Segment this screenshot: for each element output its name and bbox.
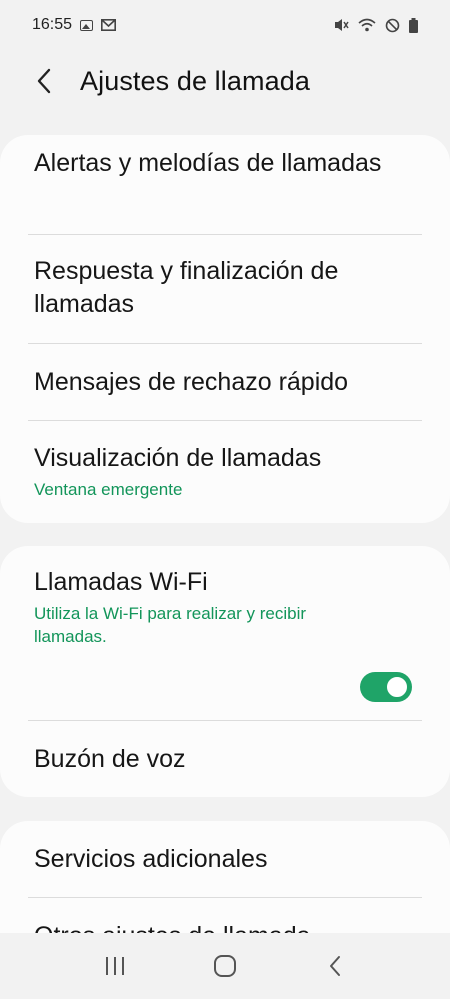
item-title: Servicios adicionales	[34, 845, 268, 873]
recent-apps-button[interactable]	[85, 941, 145, 991]
gallery-icon	[80, 19, 94, 31]
home-icon	[214, 955, 236, 977]
item-title: Alertas y melodías de llamadas	[34, 149, 382, 177]
status-right	[333, 17, 418, 33]
item-title: Mensajes de rechazo rápido	[34, 368, 349, 396]
item-title: Buzón de voz	[34, 745, 186, 773]
settings-group-2: Llamadas Wi-Fi Utiliza la Wi-Fi para rea…	[0, 546, 450, 797]
alerts-ringtones-item[interactable]: Alertas y melodías de llamadas	[0, 135, 450, 235]
status-bar: 16:55	[0, 0, 450, 50]
status-left: 16:55	[32, 16, 117, 34]
additional-services-item[interactable]: Servicios adicionales	[0, 821, 450, 898]
wifi-calling-item[interactable]: Llamadas Wi-Fi Utiliza la Wi-Fi para rea…	[0, 546, 450, 721]
item-title: Llamadas Wi-Fi	[34, 568, 208, 596]
item-subtitle: Utiliza la Wi-Fi para realizar y recibir…	[34, 604, 307, 646]
toggle-knob	[385, 675, 409, 699]
quick-decline-messages-item[interactable]: Mensajes de rechazo rápido	[0, 344, 450, 421]
home-button[interactable]	[195, 941, 255, 991]
back-arrow-icon	[37, 68, 51, 94]
navigation-bar	[0, 933, 450, 999]
item-title: Respuesta y finalización de llamadas	[34, 257, 339, 318]
settings-group-1: Alertas y melodías de llamadas Respuesta…	[0, 135, 450, 523]
wifi-calling-toggle[interactable]	[360, 672, 412, 702]
do-not-disturb-icon	[385, 18, 400, 32]
item-subtitle: Ventana emergente	[34, 480, 183, 499]
battery-icon	[409, 17, 418, 33]
voicemail-item[interactable]: Buzón de voz	[0, 721, 450, 797]
gmail-icon	[101, 19, 117, 31]
mute-icon	[335, 19, 349, 31]
recent-apps-icon	[106, 957, 124, 975]
item-title: Visualización de llamadas	[34, 444, 322, 472]
page-title: Ajustes de llamada	[80, 65, 310, 96]
answer-end-calls-item[interactable]: Respuesta y finalización de llamadas	[0, 235, 450, 344]
call-display-item[interactable]: Visualización de llamadas Ventana emerge…	[0, 421, 450, 523]
nav-back-button[interactable]	[305, 941, 365, 991]
back-icon	[330, 956, 340, 976]
back-button[interactable]	[14, 53, 74, 109]
status-time: 16:55	[32, 16, 73, 33]
wifi-call-icon	[358, 18, 376, 32]
app-bar: Ajustes de llamada	[0, 50, 450, 112]
